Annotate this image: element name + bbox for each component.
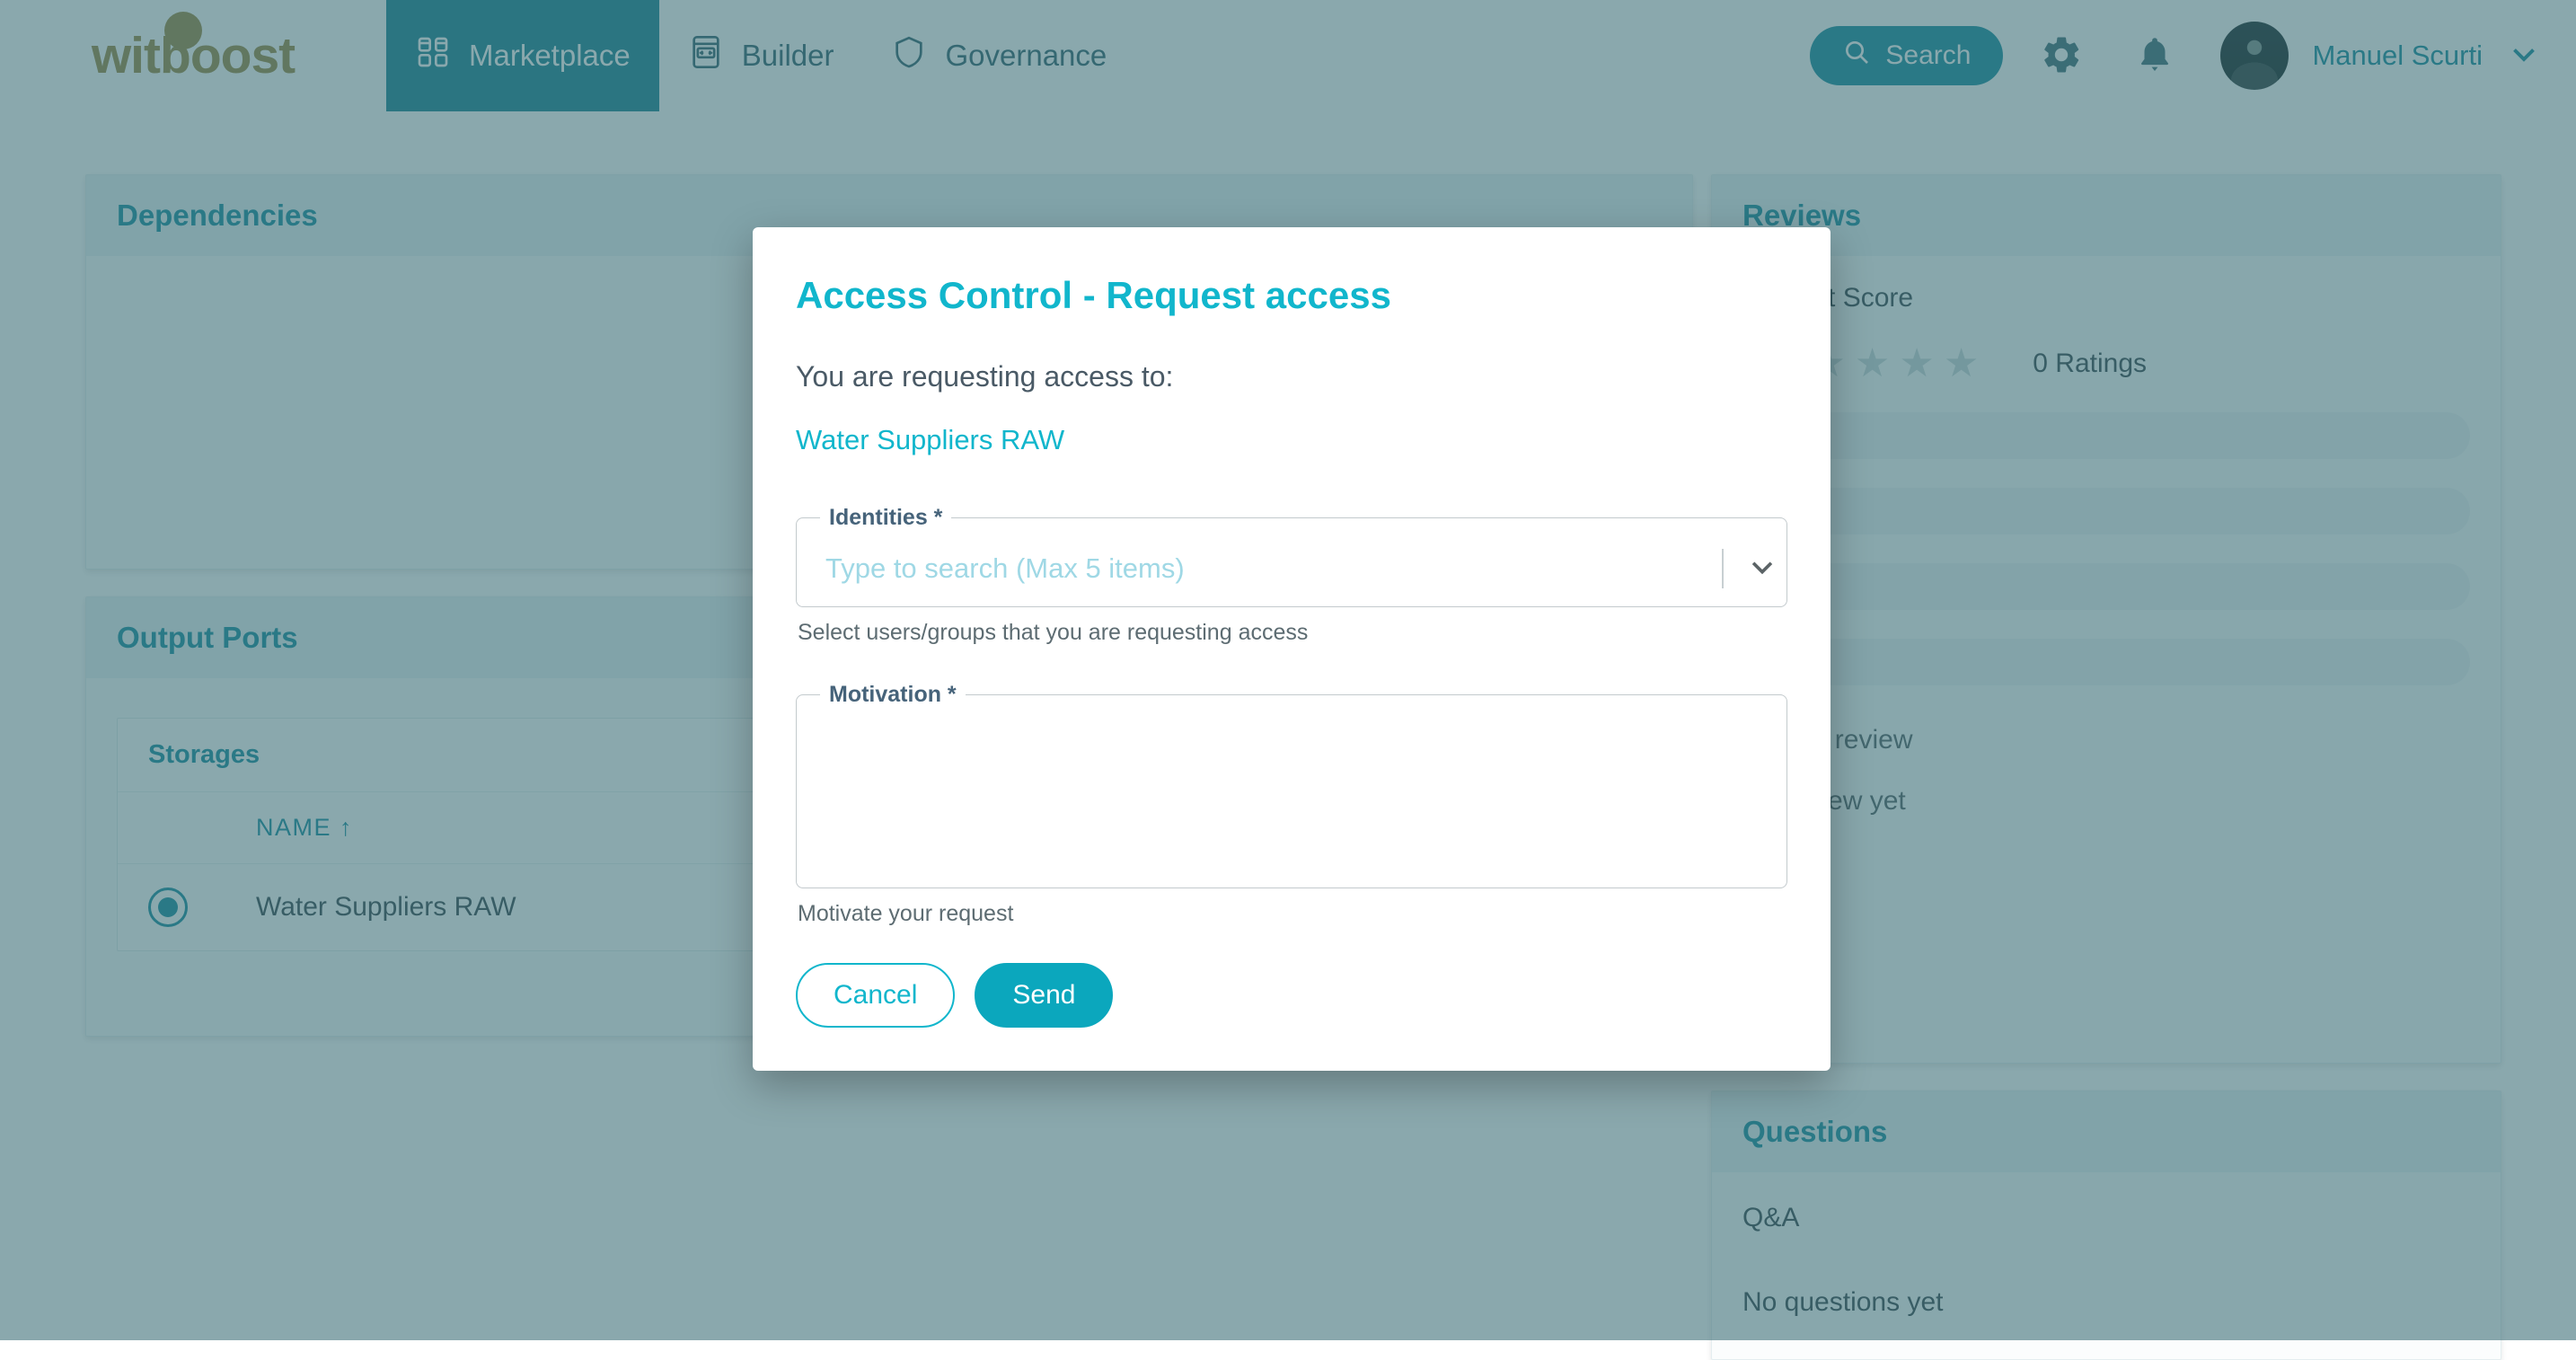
chevron-down-icon[interactable] (1747, 552, 1778, 587)
dialog-subtitle: You are requesting access to: (796, 360, 1787, 393)
send-button[interactable]: Send (975, 963, 1113, 1028)
motivation-field[interactable]: Motivation * (796, 682, 1787, 888)
identities-input[interactable]: Type to search (Max 5 items) (825, 552, 1722, 585)
dialog-title: Access Control - Request access (796, 274, 1787, 317)
request-access-dialog: Access Control - Request access You are … (753, 227, 1831, 1071)
dialog-actions: Cancel Send (796, 963, 1787, 1028)
motivation-helper: Motivate your request (798, 901, 1787, 927)
motivation-label: Motivation * (820, 682, 966, 708)
identities-helper: Select users/groups that you are request… (798, 620, 1787, 646)
identities-label: Identities * (820, 505, 951, 531)
identities-select-row[interactable]: Type to search (Max 5 items) (797, 531, 1786, 606)
identities-field[interactable]: Identities * Type to search (Max 5 items… (796, 505, 1787, 607)
field-divider (1722, 549, 1724, 588)
resource-link[interactable]: Water Suppliers RAW (796, 424, 1064, 456)
cancel-button[interactable]: Cancel (796, 963, 955, 1028)
